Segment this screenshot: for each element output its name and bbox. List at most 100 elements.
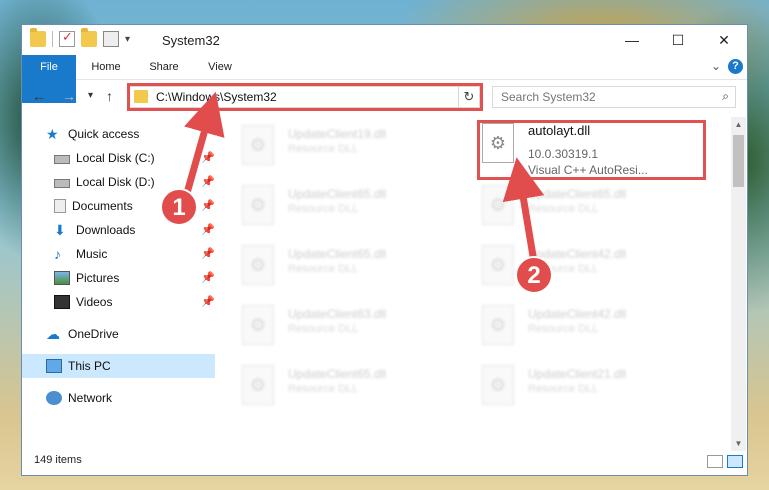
navigation-pane: ★ Quick access Local Disk (C:) 📌 Local D… [22, 117, 215, 417]
list-item[interactable]: ⚙ UpdateClient65.dll Resource DLL [222, 361, 452, 409]
up-arrow-icon[interactable]: ↑ [106, 88, 113, 104]
file-name: UpdateClient65.dll [288, 247, 387, 261]
sidebar-item-label: Network [68, 391, 113, 405]
videos-icon [54, 295, 70, 309]
drive-icon [54, 179, 70, 188]
window-controls: — ☐ ✕ [609, 25, 747, 55]
search-box[interactable]: ⌕ [492, 86, 736, 108]
sidebar-item-network[interactable]: Network [46, 386, 206, 410]
quick-access-toolbar: ▾ [30, 28, 130, 47]
file-name: UpdateClient21.dll [528, 367, 627, 381]
sidebar-item-label: Quick access [68, 127, 140, 141]
list-item[interactable]: ⚙ UpdateClient63.dll Resource DLL [222, 301, 452, 349]
sidebar-item-label: Downloads [76, 223, 136, 237]
large-icons-view-icon[interactable] [727, 455, 743, 468]
file-name: UpdateClient65.dll [288, 187, 387, 201]
help-icon[interactable]: ? [728, 59, 743, 74]
list-item[interactable]: ⚙ UpdateClient65.dll Resource DLL [222, 181, 452, 229]
chevron-down-icon[interactable]: ▾ [125, 34, 130, 45]
pin-icon[interactable]: 📌 [201, 218, 215, 242]
dll-file-icon: ⚙ [242, 305, 274, 345]
sidebar-item-local-disk-c[interactable]: Local Disk (C:) 📌 [54, 146, 215, 170]
sidebar-item-label: Videos [76, 295, 113, 309]
dll-file-icon: ⚙ [482, 305, 514, 345]
scroll-up-icon[interactable]: ▲ [731, 117, 746, 132]
star-icon: ★ [46, 126, 59, 142]
sidebar-item-label: Documents [72, 199, 133, 213]
customize-toolbar-icon[interactable] [103, 31, 119, 47]
tab-view[interactable]: View [194, 55, 246, 79]
network-icon [46, 391, 62, 405]
sidebar-item-label: This PC [68, 359, 111, 373]
sidebar-item-quick-access[interactable]: ★ Quick access [46, 122, 206, 146]
list-item[interactable]: ⚙ UpdateClient19.dll Resource DLL [222, 121, 452, 169]
expand-ribbon-icon[interactable]: ⌄ [711, 59, 721, 73]
list-item[interactable]: ⚙ UpdateClient21.dll Resource DLL [462, 361, 692, 409]
sidebar-item-videos[interactable]: Videos 📌 [54, 290, 215, 314]
cloud-icon: ☁ [46, 326, 60, 342]
file-type: Resource DLL [288, 383, 359, 395]
callout-badge-2: 2 [515, 256, 553, 294]
pin-icon[interactable]: 📌 [201, 242, 215, 266]
dll-file-icon: ⚙ [482, 185, 514, 225]
file-name: UpdateClient63.dll [288, 307, 387, 321]
file-type: Resource DLL [288, 203, 359, 215]
pin-icon[interactable]: 📌 [201, 290, 215, 314]
properties-icon[interactable] [59, 29, 75, 47]
tab-share[interactable]: Share [138, 55, 190, 79]
sidebar-item-local-disk-d[interactable]: Local Disk (D:) 📌 [54, 170, 215, 194]
sidebar-item-onedrive[interactable]: ☁ OneDrive [46, 322, 206, 346]
sidebar-item-label: OneDrive [68, 327, 119, 341]
pin-icon[interactable]: 📌 [201, 194, 215, 218]
dll-file-icon: ⚙ [242, 365, 274, 405]
drive-icon [54, 155, 70, 164]
list-item[interactable]: ⚙ UpdateClient42.dll Resource DLL [462, 301, 692, 349]
list-item[interactable]: ⚙ UpdateClient65.dll Resource DLL [462, 181, 692, 229]
search-icon: ⌕ [722, 89, 729, 103]
ribbon-tabs: File Home Share View ⌄ ? [22, 55, 747, 103]
sidebar-item-label: Pictures [76, 271, 120, 285]
file-type: Resource DLL [528, 383, 599, 395]
list-item[interactable]: ⚙ UpdateClient65.dll Resource DLL [222, 241, 452, 289]
tab-home[interactable]: Home [80, 55, 132, 79]
pin-icon[interactable]: 📌 [201, 146, 215, 170]
sidebar-item-label: Local Disk (C:) [76, 151, 155, 165]
sidebar-item-this-pc[interactable]: This PC [22, 354, 215, 378]
item-count: 149 items [34, 454, 82, 466]
list-item[interactable]: ⚙ UpdateClient42.dll Resource DLL [462, 241, 692, 289]
sidebar-item-label: Music [76, 247, 108, 261]
forward-arrow-icon[interactable]: → [62, 88, 76, 104]
sidebar-item-music[interactable]: ♪ Music 📌 [54, 242, 215, 266]
music-icon: ♪ [54, 246, 61, 262]
scrollbar-thumb[interactable] [733, 135, 744, 187]
documents-icon [54, 199, 66, 213]
vertical-scrollbar[interactable]: ▲ ▼ [731, 117, 746, 451]
sidebar-item-pictures[interactable]: Pictures 📌 [54, 266, 215, 290]
divider [52, 31, 53, 47]
pin-icon[interactable]: 📌 [201, 266, 215, 290]
back-arrow-icon[interactable]: ← [32, 88, 46, 104]
status-bar: 149 items [22, 449, 747, 475]
view-toggle [707, 455, 743, 468]
computer-icon [46, 359, 62, 373]
file-type: Resource DLL [288, 263, 359, 275]
file-explorer-window: ▾ System32 — ☐ ✕ File Home Share View ⌄ … [21, 24, 748, 476]
maximize-button[interactable]: ☐ [655, 25, 701, 55]
window-title: System32 [162, 33, 220, 48]
minimize-button[interactable]: — [609, 25, 655, 55]
file-type: Resource DLL [288, 323, 359, 335]
sidebar-item-label: Local Disk (D:) [76, 175, 155, 189]
search-input[interactable] [501, 90, 701, 104]
pin-icon[interactable]: 📌 [201, 170, 215, 194]
dll-file-icon: ⚙ [242, 245, 274, 285]
file-name: UpdateClient19.dll [288, 127, 387, 141]
dll-file-icon: ⚙ [242, 185, 274, 225]
title-bar: ▾ System32 — ☐ ✕ [22, 25, 747, 55]
new-folder-icon[interactable] [81, 28, 97, 47]
details-view-icon[interactable] [707, 455, 723, 468]
file-name: UpdateClient42.dll [528, 307, 627, 321]
recent-locations-icon[interactable]: ▾ [88, 90, 93, 101]
dll-file-icon: ⚙ [242, 125, 274, 165]
file-type: Resource DLL [528, 323, 599, 335]
close-button[interactable]: ✕ [701, 25, 747, 55]
